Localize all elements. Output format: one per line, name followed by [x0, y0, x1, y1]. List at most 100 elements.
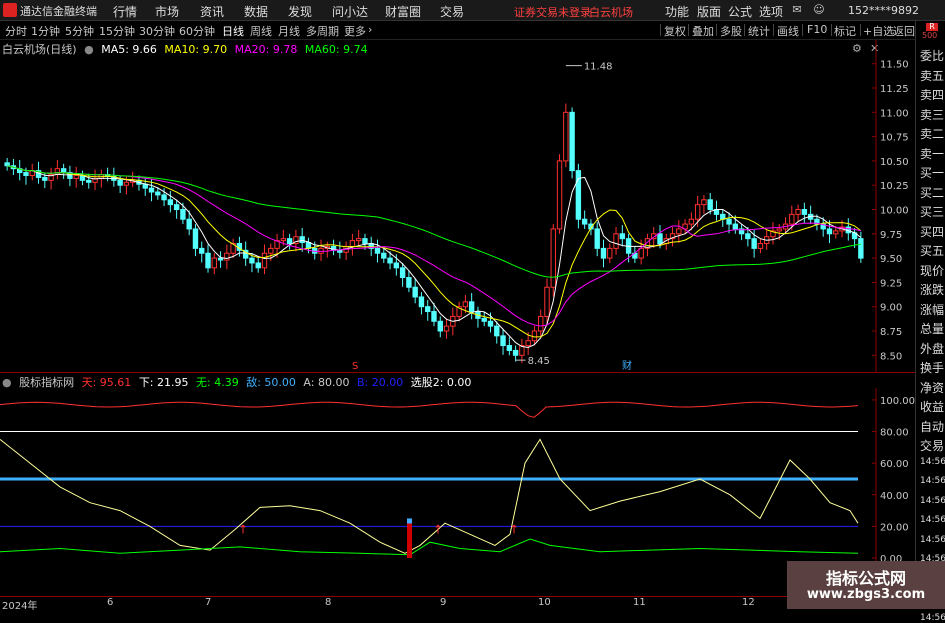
quote-panel-item: 14:56: [920, 456, 945, 467]
candle-body: [199, 247, 205, 254]
candle-body: [858, 238, 864, 259]
candle-body: [569, 111, 575, 172]
toolbar-divider: [744, 24, 745, 36]
candle-body: [399, 267, 406, 279]
candle-body: [544, 286, 550, 317]
user-icon[interactable]: ☺: [812, 4, 826, 16]
wu-line: [0, 538, 859, 556]
tab-60min[interactable]: 60分钟: [179, 23, 215, 39]
candle-body: [355, 238, 362, 242]
menu-banmian[interactable]: 版面: [697, 3, 721, 20]
toolbar-divider: [660, 24, 661, 36]
tab-weekly[interactable]: 周线: [250, 23, 272, 39]
candle-body: [393, 262, 400, 269]
x-axis-label: 8: [325, 597, 332, 608]
biaoji-button[interactable]: 标记: [834, 23, 856, 39]
tab-more[interactable]: 更多: [344, 23, 366, 39]
candle-body: [732, 223, 739, 230]
buy-arrow-icon: ↑: [433, 523, 443, 537]
tab-monthly[interactable]: 月线: [278, 23, 300, 39]
current-stock-name: 白云机场: [589, 6, 633, 19]
f10-button[interactable]: F10: [807, 23, 827, 36]
candle-body: [437, 320, 443, 332]
x-axis: 2024年 6 7 8 9 10 11 12: [0, 596, 915, 612]
tab-multi[interactable]: 多周期: [306, 23, 339, 39]
app-logo-icon: [3, 3, 17, 17]
candle-body: [481, 317, 487, 322]
x-axis-label: 2024年: [2, 601, 38, 612]
menu-xuanxiang[interactable]: 选项: [759, 3, 783, 20]
watermark: 指标公式网 www.zbgs3.com: [787, 561, 945, 609]
menu-wenxiaoda[interactable]: 问小达: [332, 3, 368, 20]
y-tick-label: 80.00: [880, 428, 909, 439]
y-tick-label: 100.00: [880, 396, 915, 407]
mail-icon[interactable]: ✉: [790, 4, 804, 16]
signal-s-marker: S: [352, 361, 358, 372]
candle-body: [318, 247, 324, 254]
candle-body: [745, 233, 751, 240]
y-tick-label: 9.75: [880, 230, 902, 241]
candle-body: [512, 349, 519, 356]
watermark-line1: 指标公式网: [825, 569, 906, 588]
menu-shichang[interactable]: 市场: [155, 3, 179, 20]
xia-line: [0, 438, 859, 554]
menu-caifuquan[interactable]: 财富圈: [385, 3, 421, 20]
tab-15min[interactable]: 15分钟: [99, 23, 135, 39]
tab-daily[interactable]: 日线: [222, 23, 244, 39]
candle-body: [531, 330, 538, 342]
diejia-button[interactable]: 叠加: [692, 23, 714, 39]
menu-gongneng[interactable]: 功能: [665, 3, 689, 20]
candle-body: [387, 257, 393, 264]
indicator-chart[interactable]: 100.0080.0060.0040.0020.000.00↑ ↑ ↑: [0, 388, 915, 596]
fuquan-button[interactable]: 复权: [664, 23, 686, 39]
y-tick-label: 11.50: [880, 60, 909, 71]
candle-body: [186, 218, 192, 230]
candle-body: [217, 257, 224, 261]
candle-body: [205, 252, 211, 269]
candle-body: [180, 209, 186, 220]
menu-jiaoyi[interactable]: 交易: [440, 3, 464, 20]
tab-fenshi[interactable]: 分时: [5, 23, 27, 39]
duogu-button[interactable]: 多股: [720, 23, 742, 39]
huaxian-button[interactable]: 画线: [777, 23, 799, 39]
back-button[interactable]: 返回: [893, 23, 915, 39]
quote-panel-item: 卖一: [920, 146, 945, 161]
tab-30min[interactable]: 30分钟: [139, 23, 175, 39]
candle-body: [776, 228, 782, 232]
candle-body: [607, 247, 613, 259]
trade-login-alert[interactable]: 证券交易未登录: [514, 4, 591, 20]
candle-body: [255, 262, 261, 269]
tab-5min[interactable]: 5分钟: [65, 23, 94, 39]
tongji-button[interactable]: 统计: [748, 23, 770, 39]
menu-hangqing[interactable]: 行情: [113, 3, 137, 20]
candle-body: [619, 233, 626, 240]
candle-body: [86, 179, 92, 183]
signal-bar-cap: [407, 518, 412, 524]
candle-body: [249, 257, 255, 264]
add-watchlist-button[interactable]: +自选: [863, 23, 894, 39]
signal-bar: [407, 518, 412, 558]
menu-zixun[interactable]: 资讯: [200, 3, 224, 20]
candle-body: [161, 194, 167, 201]
tab-1min[interactable]: 1分钟: [31, 23, 60, 39]
candle-body: [550, 228, 556, 288]
menu-gongshi[interactable]: 公式: [728, 3, 752, 20]
chevron-right-icon[interactable]: ›: [368, 23, 372, 36]
candle-body: [299, 236, 305, 244]
candle-body: [538, 315, 544, 332]
quote-panel-item: 外盘: [920, 341, 945, 356]
y-tick-label: 20.00: [880, 522, 909, 533]
kline-chart[interactable]: 11.50 11.25 11.00 10.75 10.50 10.25 10.00 9.75 9…: [0, 40, 915, 372]
quote-panel-item: 买三: [920, 205, 945, 219]
indicator-header: ● 股标指标网 天: 95.61 下: 21.95 无: 4.39 敌: 50.…: [0, 374, 475, 389]
menu-faxian[interactable]: 发现: [288, 3, 312, 20]
candle-body: [563, 111, 569, 162]
quote-panel-item: 买四: [920, 224, 945, 239]
candle-body: [757, 243, 764, 249]
account-number[interactable]: 152****9892: [848, 4, 919, 17]
candle-body: [500, 335, 506, 347]
candle-body: [60, 168, 67, 174]
candle-body: [268, 247, 274, 254]
menu-shuju[interactable]: 数据: [244, 3, 268, 20]
quote-panel-item: 卖二: [920, 127, 945, 141]
